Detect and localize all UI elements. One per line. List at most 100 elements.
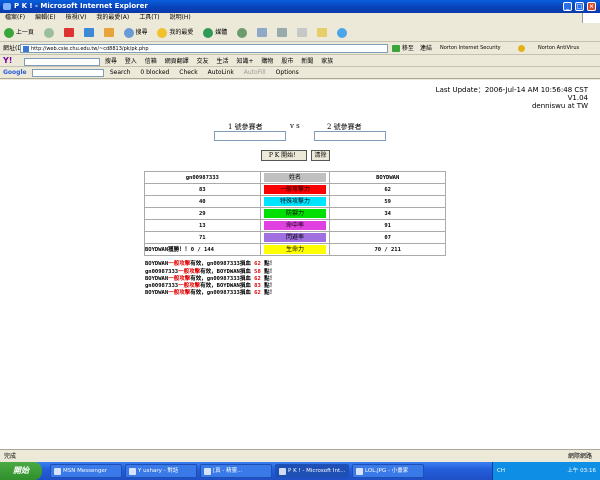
media-icon <box>203 27 214 38</box>
go-arrow-icon <box>392 45 400 52</box>
back-arrow-icon <box>4 27 14 38</box>
log-line: gn00987333一般攻擊有效，BOYDWAN損血 58 點！ <box>145 268 276 275</box>
address-input[interactable]: http://web.csie.chu.edu.tw/~cd8813/pk/pk… <box>20 44 388 53</box>
google-search-button[interactable]: Search <box>106 69 135 76</box>
page-content: Last Update：2006-Jul-14 AM 10:56:48 CST … <box>0 80 600 449</box>
autolink-button[interactable]: AutoLink <box>204 69 238 76</box>
forward-arrow-icon <box>43 27 54 38</box>
task-ie-pk[interactable]: P K ! - Microsoft Int... <box>275 464 349 478</box>
history-button[interactable] <box>233 23 251 41</box>
yahoo-shopping-button[interactable]: 購物 <box>258 58 276 65</box>
pk-start-button[interactable]: P K 開始！ <box>261 150 307 161</box>
refresh-button[interactable] <box>80 23 98 41</box>
mail-icon <box>257 28 268 37</box>
table-header-row: gn00987333 姓名 BOYDWAN <box>144 171 446 184</box>
maximize-button[interactable]: □ <box>575 2 584 11</box>
task-paint[interactable]: LOL.JPG - 小畫家 <box>352 464 424 478</box>
search-button[interactable]: 搜尋 <box>120 23 152 41</box>
popup-blocked-button[interactable]: 0 blocked <box>136 69 173 76</box>
windows-logo-icon <box>582 13 600 23</box>
google-search-input[interactable] <box>31 68 104 77</box>
task-chat[interactable]: Y ushary - 對話 <box>125 464 197 478</box>
yahoo-knowledge-button[interactable]: 知識+ <box>233 58 256 65</box>
yahoo-search-button[interactable]: 搜尋 <box>102 58 120 65</box>
yahoo-family-button[interactable]: 家族 <box>318 58 336 65</box>
ie-icon <box>3 3 11 10</box>
stop-icon <box>63 28 74 37</box>
favorites-button[interactable]: 我的最愛 <box>153 23 197 41</box>
p1-value: 29 <box>144 207 261 220</box>
p1-value: 40 <box>144 195 261 208</box>
media-button[interactable]: 媒體 <box>199 23 231 41</box>
p2-value: 91 <box>329 219 446 232</box>
player2-input[interactable] <box>314 131 386 141</box>
print-button[interactable] <box>273 23 291 41</box>
task-msn[interactable]: MSN Messenger <box>50 464 122 478</box>
task-ie-other[interactable]: [真 - 精靈... <box>200 464 272 478</box>
player1-input[interactable] <box>214 131 286 141</box>
stop-button[interactable] <box>60 23 78 41</box>
taskbar: 開始 MSN Messenger Y ushary - 對話 [真 - 精靈..… <box>0 462 600 480</box>
p2-value: 07 <box>329 231 446 244</box>
links-label[interactable]: 連結 <box>420 42 432 55</box>
home-button[interactable] <box>100 23 118 41</box>
yahoo-signin-button[interactable]: 登入 <box>122 58 140 65</box>
system-tray: CH 上午 03:16 <box>492 462 600 480</box>
attr-label: 特殊攻擊力 <box>263 197 327 206</box>
p2-value: 70 / 211 <box>329 243 446 256</box>
menu-help[interactable]: 說明(H) <box>165 13 196 23</box>
star-icon <box>157 27 168 38</box>
page-info: Last Update：2006-Jul-14 AM 10:56:48 CST … <box>436 86 588 110</box>
close-button[interactable]: × <box>587 2 596 11</box>
clock[interactable]: 上午 03:16 <box>567 468 596 474</box>
language-indicator[interactable]: CH <box>497 462 505 480</box>
table-row: 83 一般攻擊力 62 <box>144 183 446 196</box>
home-icon <box>103 28 114 37</box>
menu-edit[interactable]: 編輯(E) <box>30 13 60 23</box>
yahoo-life-button[interactable]: 生活 <box>214 58 232 65</box>
messenger-button[interactable] <box>333 23 351 41</box>
ie-window-icon <box>279 468 286 475</box>
options-button[interactable]: Options <box>272 69 303 76</box>
forward-button[interactable] <box>40 23 58 41</box>
norton-antivirus-button[interactable]: Norton AntiVirus <box>538 42 579 55</box>
back-button[interactable]: 上一頁 <box>0 23 38 41</box>
yahoo-mail-button[interactable]: 信箱 <box>142 58 160 65</box>
window-title: P K ! - Microsoft Internet Explorer <box>14 2 148 10</box>
table-row: 29 防禦力 34 <box>144 207 446 220</box>
start-button[interactable]: 開始 <box>0 462 42 480</box>
window-title-bar: P K ! - Microsoft Internet Explorer _ □ … <box>0 0 600 13</box>
mail-button[interactable] <box>253 23 271 41</box>
yahoo-news-button[interactable]: 新聞 <box>298 58 316 65</box>
ie-window-icon <box>204 468 211 475</box>
clear-button[interactable]: 清除 <box>311 150 330 161</box>
p2-value: 59 <box>329 195 446 208</box>
yahoo-stock-button[interactable]: 股市 <box>278 58 296 65</box>
spell-check-button[interactable]: Check <box>175 69 201 76</box>
edit-button[interactable] <box>293 23 311 41</box>
discuss-button[interactable] <box>313 23 331 41</box>
menu-tools[interactable]: 工具(T) <box>134 13 164 23</box>
autofill-button[interactable]: AutoFill <box>240 69 270 76</box>
winner-text: BOYDWAN獲勝！！ <box>145 247 191 253</box>
table-row: 71 閃避率 07 <box>144 231 446 244</box>
address-url: http://web.csie.chu.edu.tw/~cd8813/pk/pk… <box>31 46 149 52</box>
menu-favorites[interactable]: 我的最愛(A) <box>91 13 134 23</box>
battle-log: BOYDWAN獲勝！！ BOYDWAN一般攻擊有效，gn00987333損血 6… <box>145 247 275 298</box>
go-button[interactable]: 移至 <box>392 42 414 55</box>
yahoo-translate-button[interactable]: 網頁翻譯 <box>162 58 192 65</box>
refresh-icon <box>83 28 94 37</box>
edit-icon <box>296 28 307 37</box>
yahoo-dating-button[interactable]: 交友 <box>194 58 212 65</box>
menu-file[interactable]: 檔案(F) <box>0 13 30 23</box>
attr-label: 一般攻擊力 <box>263 185 327 194</box>
norton-icon <box>518 45 525 52</box>
version: V1.04 <box>567 94 588 102</box>
menu-view[interactable]: 檢視(V) <box>61 13 92 23</box>
search-icon <box>123 27 134 38</box>
author: denniswu at TW <box>531 102 588 110</box>
yahoo-search-input[interactable] <box>23 57 100 66</box>
attr-label: 閃避率 <box>263 233 327 242</box>
norton-security-button[interactable]: Norton Internet Security <box>440 42 501 55</box>
minimize-button[interactable]: _ <box>563 2 572 11</box>
